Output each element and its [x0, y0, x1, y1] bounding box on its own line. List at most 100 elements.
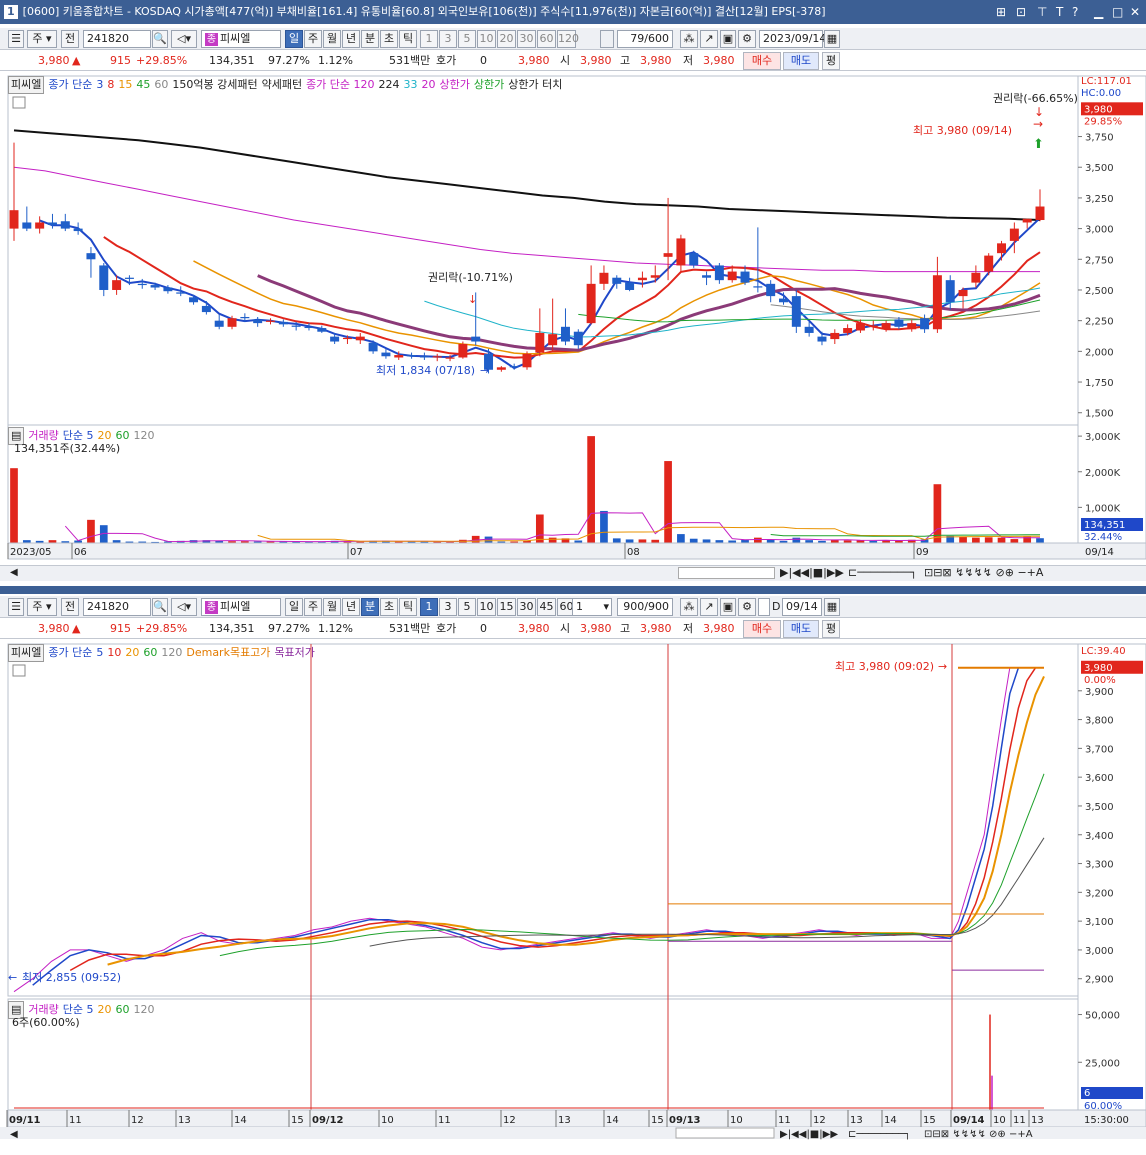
maximize-icon[interactable]: □ — [1112, 0, 1123, 24]
panel1-period-button-1[interactable]: 주 — [304, 30, 322, 48]
panel1-legend-item-6[interactable]: 60 — [154, 78, 168, 91]
panel1-period-button-6[interactable]: 틱 — [399, 30, 417, 48]
panel1-legend-item-0[interactable]: 피씨엘 — [8, 76, 45, 94]
restore-layout-icon[interactable]: ⊡ — [1016, 0, 1026, 24]
panel1-legend-item-5[interactable]: 45 — [136, 78, 150, 91]
panel2-menu-icon[interactable]: ☰ — [8, 598, 24, 616]
panel1-sell-button[interactable]: 매도 — [783, 52, 819, 70]
panel1-num-button-2[interactable]: 5 — [458, 30, 476, 48]
panel2-num-button-3[interactable]: 10 — [477, 598, 496, 616]
panel2-legend-item-5[interactable]: 60 — [143, 646, 157, 659]
panel1-count-toggle[interactable] — [600, 30, 614, 48]
panel2-save-icon[interactable]: ▣ — [720, 598, 736, 616]
panel1-period-button-4[interactable]: 분 — [361, 30, 379, 48]
panel2-prev-button[interactable]: 전 — [61, 598, 79, 616]
help-icon[interactable]: ? — [1072, 0, 1078, 24]
panel2-calendar-icon[interactable]: ▦ — [824, 598, 840, 616]
panel1-legend-item-2[interactable]: 3 — [96, 78, 103, 91]
panel1-eval-button[interactable]: 평 — [822, 52, 840, 70]
panel2-period-button-0[interactable]: 일 — [285, 598, 303, 616]
panel2-sell-button[interactable]: 매도 — [783, 620, 819, 638]
tile-icon[interactable]: ⊞ — [996, 0, 1006, 24]
panel2-settings-icon[interactable]: ⚙ — [738, 598, 756, 616]
panel2-period-button-2[interactable]: 월 — [323, 598, 341, 616]
panel1-num-button-0[interactable]: 1 — [420, 30, 438, 48]
panel1-num-button-4[interactable]: 20 — [497, 30, 516, 48]
panel1-legend-item-1[interactable]: 종가 단순 — [48, 78, 92, 91]
panel1-legend-item-14[interactable]: 상한가 — [474, 78, 504, 91]
panel2-legend-item-0[interactable]: 피씨엘 — [8, 644, 45, 662]
panel1-trend-icon[interactable]: ↗ — [700, 30, 718, 48]
panel1-settings-icon[interactable]: ⚙ — [738, 30, 756, 48]
pin-icon[interactable]: ⊤ — [1037, 0, 1047, 24]
panel1-legend-item-13[interactable]: 상한가 — [440, 78, 470, 91]
panel1-count-input[interactable]: 79/600 — [617, 30, 673, 48]
panel2-period-button-5[interactable]: 초 — [380, 598, 398, 616]
panel1-date-input[interactable]: 2023/09/14 — [759, 30, 826, 48]
panel2-legend-item-3[interactable]: 10 — [107, 646, 121, 659]
panel1-legend-item-9[interactable]: 종가 단순 120 — [306, 78, 374, 91]
panel1-drawing-icon[interactable]: ⁂ — [680, 30, 698, 48]
panel2-num-button-1[interactable]: 3 — [439, 598, 457, 616]
panel2-num-button-6[interactable]: 45 — [537, 598, 556, 616]
panel1-num-button-5[interactable]: 30 — [517, 30, 536, 48]
panel1-legend-item-12[interactable]: 20 — [422, 78, 436, 91]
panel2-eval-button[interactable]: 평 — [822, 620, 840, 638]
panel1-scroll-thumb[interactable] — [678, 567, 775, 579]
minimize-icon[interactable]: ▁ — [1094, 0, 1103, 24]
panel1-scrollbar[interactable]: ◀ ▶|◀◀|■|▶▶ ⊏────────┐ ⊡⊟⊠ ↯↯↯↯ ⊘⊕ −+A — [0, 565, 1146, 581]
panel1-buy-button[interactable]: 매수 — [743, 52, 781, 70]
panel2-buy-button[interactable]: 매수 — [743, 620, 781, 638]
panel1-legend-item-11[interactable]: 33 — [404, 78, 418, 91]
panel1-scroll-left-icon[interactable]: ◀ — [10, 567, 18, 578]
panel1-market-select[interactable]: 주 ▾ — [27, 30, 57, 48]
panel1-zoom-slider[interactable]: ⊏────────┐ — [848, 566, 917, 579]
panel1-prev-button[interactable]: 전 — [61, 30, 79, 48]
panel2-legend-item-1[interactable]: 종가 단순 — [48, 646, 92, 659]
panel2-speaker-icon[interactable]: ◁▾ — [171, 598, 197, 616]
panel2-market-select[interactable]: 주 ▾ — [27, 598, 57, 616]
panel1-period-button-2[interactable]: 월 — [323, 30, 341, 48]
panel2-date-input[interactable]: 09/14 — [782, 598, 822, 616]
panel2-period-button-6[interactable]: 틱 — [399, 598, 417, 616]
panel1-calendar-icon[interactable]: ▦ — [824, 30, 840, 48]
panel1-daily-chart[interactable]: 3,750 3,500 3,250 3,000 2,750 2,500 2,250 2,000… — [0, 72, 1146, 584]
panel1-code-input[interactable]: 241820 — [83, 30, 151, 48]
panel1-stock-name[interactable]: 종 피씨엘 — [201, 30, 281, 48]
panel1-period-button-0[interactable]: 일 — [285, 30, 303, 48]
panel1-tool-icons[interactable]: ⊡⊟⊠ ↯↯↯↯ ⊘⊕ −+A — [924, 566, 1043, 579]
close-icon[interactable]: ✕ — [1130, 0, 1140, 24]
panel2-legend-item-8[interactable]: 목표저가 — [274, 646, 314, 659]
panel2-count-input[interactable]: 900/900 — [617, 598, 673, 616]
panel1-legend-item-10[interactable]: 224 — [379, 78, 400, 91]
panel2-trend-icon[interactable]: ↗ — [700, 598, 718, 616]
panel1-num-button-1[interactable]: 3 — [439, 30, 457, 48]
panel1-legend-item-8[interactable]: 약세패턴 — [262, 78, 302, 91]
panel2-legend-item-4[interactable]: 20 — [125, 646, 139, 659]
panel2-minute-chart[interactable]: 3,900 3,800 3,700 3,600 3,500 3,400 3,300 3,200… — [0, 640, 1146, 1155]
panel2-legend-item-6[interactable]: 120 — [161, 646, 182, 659]
panel2-code-input[interactable]: 241820 — [83, 598, 151, 616]
panel2-num-button-0[interactable]: 1 — [420, 598, 438, 616]
panel1-num-button-7[interactable]: 120 — [557, 30, 579, 48]
panel2-count-select[interactable]: 1 ▾ — [572, 598, 612, 616]
panel2-legend-item-2[interactable]: 5 — [96, 646, 103, 659]
panel2-legend-item-7[interactable]: Demark목표고가 — [186, 646, 270, 659]
panel1-num-button-6[interactable]: 60 — [537, 30, 556, 48]
panel1-playback-icons[interactable]: ▶|◀◀|■|▶▶ — [780, 566, 844, 579]
panel1-speaker-icon[interactable]: ◁▾ — [171, 30, 197, 48]
panel1-legend-item-4[interactable]: 15 — [118, 78, 132, 91]
panel1-legend-item-15[interactable]: 상한가 터치 — [508, 78, 562, 91]
panel1-period-button-5[interactable]: 초 — [380, 30, 398, 48]
panel2-num-button-2[interactable]: 5 — [458, 598, 476, 616]
panel2-period-button-3[interactable]: 년 — [342, 598, 360, 616]
panel1-search-icon[interactable]: 🔍 — [152, 30, 168, 48]
panel2-num-button-4[interactable]: 15 — [497, 598, 516, 616]
panel2-num-button-5[interactable]: 30 — [517, 598, 536, 616]
panel1-legend-item-3[interactable]: 8 — [107, 78, 114, 91]
panel2-period-button-4[interactable]: 분 — [361, 598, 379, 616]
panel1-save-icon[interactable]: ▣ — [720, 30, 736, 48]
panel2-drawing-icon[interactable]: ⁂ — [680, 598, 698, 616]
font-icon[interactable]: T — [1056, 0, 1063, 24]
panel2-search-icon[interactable]: 🔍 — [152, 598, 168, 616]
